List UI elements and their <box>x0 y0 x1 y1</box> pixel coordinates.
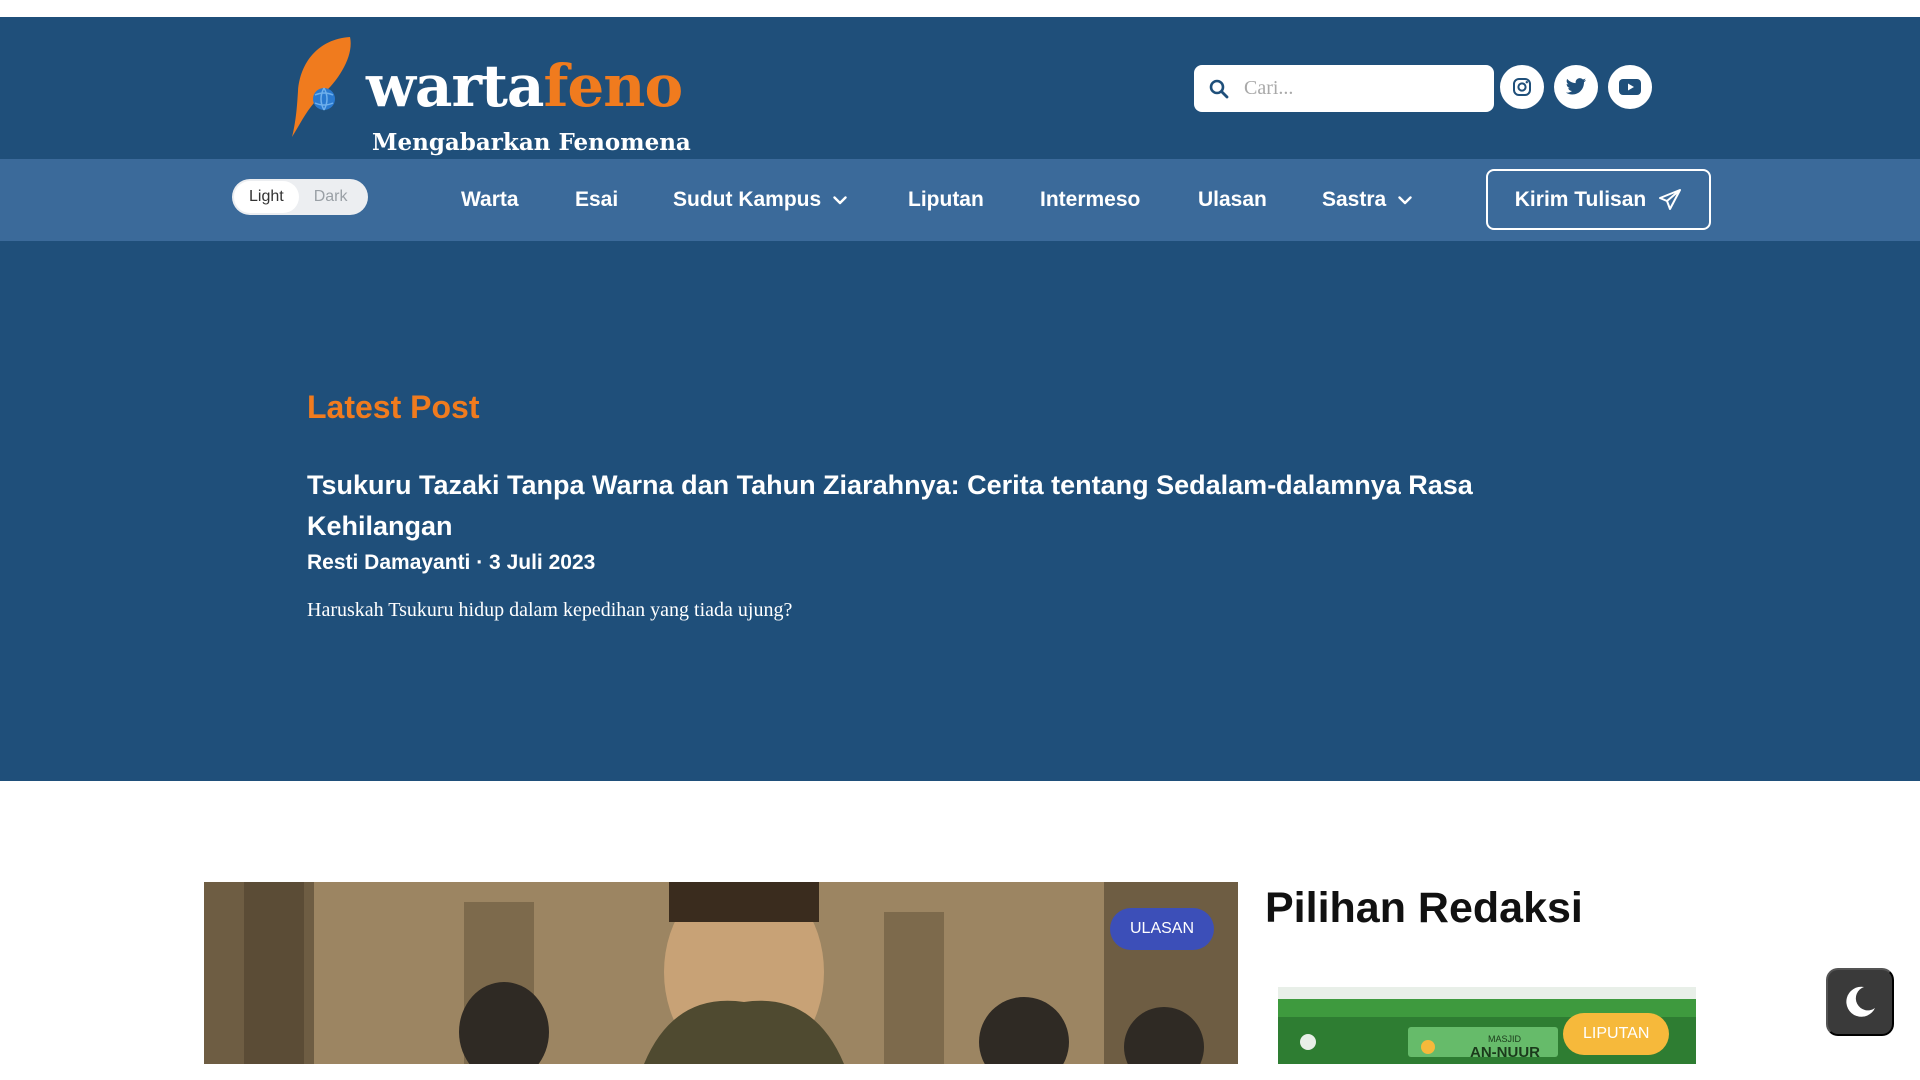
nav-item-ulasan[interactable]: Ulasan <box>1198 159 1267 241</box>
logo-wordmark: wartafeno <box>366 51 683 121</box>
dark-mode-button[interactable] <box>1826 968 1894 1036</box>
latest-post-heading: Latest Post <box>307 389 480 425</box>
theme-toggle[interactable]: Light Dark <box>232 179 368 215</box>
nav-item-label: Warta <box>461 188 519 211</box>
chevron-down-icon <box>1398 195 1412 205</box>
theme-option-light[interactable]: Light <box>234 181 299 213</box>
editor-pick-image[interactable]: MASJID AN-NUUR LIPUTAN <box>1278 987 1696 1064</box>
nav-item-label: Intermeso <box>1040 188 1141 211</box>
moon-icon <box>1846 986 1875 1017</box>
an-nuur-label: AN-NUUR <box>1470 1044 1540 1061</box>
featured-post-illustration <box>204 882 1238 1064</box>
logo-tagline: Mengabarkan Fenomena <box>372 129 691 156</box>
main-nav: Light Dark Warta Esai Sudut Kampus Liput… <box>0 159 1920 241</box>
nav-item-label: Liputan <box>908 188 984 211</box>
submit-article-label: Kirim Tulisan <box>1514 187 1647 211</box>
nav-item-esai[interactable]: Esai <box>575 159 618 241</box>
category-badge-liputan[interactable]: LIPUTAN <box>1563 1013 1670 1055</box>
twitter-icon[interactable] <box>1554 65 1598 109</box>
latest-post-section: Latest Post Tsukuru Tazaki Tanpa Warna d… <box>0 241 1920 781</box>
nav-item-label: Sastra <box>1322 188 1387 211</box>
latest-post-title[interactable]: Tsukuru Tazaki Tanpa Warna dan Tahun Zia… <box>307 465 1527 547</box>
logo-word-part1: warta <box>366 52 544 120</box>
site-logo[interactable]: wartafeno Mengabarkan Fenomena <box>288 33 691 156</box>
theme-option-dark[interactable]: Dark <box>299 181 363 213</box>
nav-item-label: Esai <box>575 188 619 211</box>
masjid-label: MASJID <box>1488 1034 1522 1044</box>
nav-item-sudut-kampus[interactable]: Sudut Kampus <box>673 159 847 241</box>
top-strip <box>0 0 1920 17</box>
nav-item-label: Ulasan <box>1198 188 1267 211</box>
search-input[interactable] <box>1244 77 1484 100</box>
logo-word-part2: feno <box>543 52 683 120</box>
submit-article-button[interactable]: Kirim Tulisan <box>1486 169 1711 230</box>
latest-post-meta: Resti Damayanti · 3 Juli 2023 <box>307 551 596 574</box>
nav-item-intermeso[interactable]: Intermeso <box>1040 159 1140 241</box>
feather-logo-icon <box>292 37 351 137</box>
paper-plane-icon <box>1659 188 1682 210</box>
nav-item-warta[interactable]: Warta <box>461 159 519 241</box>
nav-item-liputan[interactable]: Liputan <box>908 159 984 241</box>
instagram-icon[interactable] <box>1500 65 1544 109</box>
latest-post-excerpt: Haruskah Tsukuru hidup dalam kepedihan y… <box>307 599 793 621</box>
featured-post-image[interactable]: ULASAN <box>204 882 1238 1064</box>
search-box <box>1194 65 1494 112</box>
youtube-icon[interactable] <box>1608 65 1652 109</box>
site-header: wartafeno Mengabarkan Fenomena <box>0 17 1920 159</box>
chevron-down-icon <box>833 195 847 205</box>
nav-item-label: Sudut Kampus <box>673 188 822 211</box>
nav-item-sastra[interactable]: Sastra <box>1322 159 1412 241</box>
editor-picks-heading: Pilihan Redaksi <box>1265 884 1583 932</box>
search-icon[interactable] <box>1194 65 1244 112</box>
category-badge-ulasan[interactable]: ULASAN <box>1110 908 1215 950</box>
